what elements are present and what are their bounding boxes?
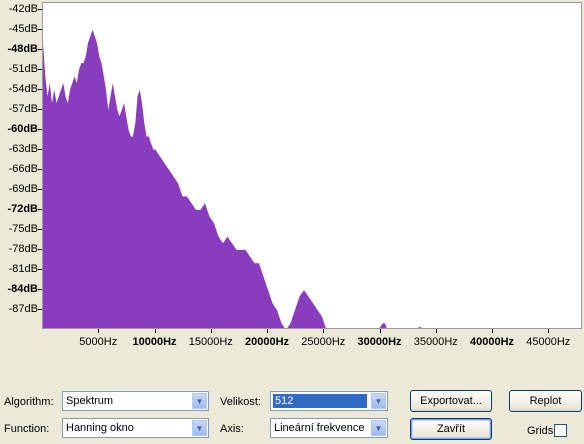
function-label: Function: xyxy=(4,423,50,435)
y-tick-label: -72dB xyxy=(7,202,38,215)
x-tick xyxy=(323,329,325,333)
y-tick-label: -54dB xyxy=(8,82,38,95)
y-tick-label: -78dB xyxy=(8,242,38,255)
grids-checkbox[interactable] xyxy=(554,424,567,437)
axis-label: Axis: xyxy=(220,423,244,435)
x-tick-label: 15000Hz xyxy=(188,336,233,348)
y-tick-label: -51dB xyxy=(8,62,38,75)
x-tick-label: 25000Hz xyxy=(301,336,346,348)
export-button[interactable]: Exportovat... xyxy=(410,390,492,412)
function-select[interactable]: Hanning okno ▼ xyxy=(62,418,209,438)
axis-value: Lineární frekvence xyxy=(274,422,365,434)
close-button[interactable]: Zavřít xyxy=(410,418,492,440)
chevron-down-icon[interactable]: ▼ xyxy=(192,420,207,436)
size-label: Velikost: xyxy=(220,396,261,408)
size-value: 512 xyxy=(273,394,367,408)
x-tick-label: 35000Hz xyxy=(413,336,458,348)
algorithm-value: Spektrum xyxy=(66,395,114,407)
x-tick-label: 40000Hz xyxy=(469,336,515,348)
spectrum-plot xyxy=(42,2,582,329)
x-tick xyxy=(210,329,212,333)
function-value: Hanning okno xyxy=(66,422,134,434)
x-tick xyxy=(267,329,268,333)
x-tick xyxy=(435,329,437,333)
y-tick-label: -66dB xyxy=(8,162,38,175)
y-tick-label: -81dB xyxy=(8,262,38,275)
y-tick-label: -45dB xyxy=(8,22,38,35)
axis-select[interactable]: Lineární frekvence ▼ xyxy=(270,418,388,438)
x-tick-label: 20000Hz xyxy=(244,336,290,348)
y-tick-label: -57dB xyxy=(8,102,38,115)
algorithm-label: Algorithm: xyxy=(4,396,54,408)
size-select[interactable]: 512 ▼ xyxy=(270,391,388,411)
spectrum-svg xyxy=(43,29,422,328)
chevron-down-icon[interactable]: ▼ xyxy=(371,393,386,409)
spectrum-area xyxy=(43,29,422,328)
x-tick xyxy=(379,329,381,333)
x-tick xyxy=(492,329,493,333)
x-tick xyxy=(98,329,100,333)
replot-button[interactable]: Replot xyxy=(509,390,582,412)
y-tick-label: -63dB xyxy=(8,142,38,155)
y-tick-label: -69dB xyxy=(8,182,38,195)
algorithm-select[interactable]: Spektrum ▼ xyxy=(62,391,209,411)
chevron-down-icon[interactable]: ▼ xyxy=(371,420,386,436)
y-tick-label: -42dB xyxy=(8,2,38,15)
x-tick xyxy=(154,329,156,333)
x-tick xyxy=(548,329,550,333)
grids-label: Grids xyxy=(527,425,554,437)
y-tick-label: -87dB xyxy=(8,302,38,315)
x-tick-label: 10000Hz xyxy=(132,336,177,348)
chevron-down-icon[interactable]: ▼ xyxy=(192,393,207,409)
x-tick-label: 45000Hz xyxy=(526,336,571,348)
y-tick-label: -60dB xyxy=(7,122,38,135)
y-tick-label: -84dB xyxy=(7,282,38,295)
x-tick-label: 30000Hz xyxy=(357,336,402,348)
y-tick-label: -48dB xyxy=(7,42,38,55)
y-tick-label: -75dB xyxy=(8,222,38,235)
x-tick-label: 5000Hz xyxy=(79,336,118,348)
